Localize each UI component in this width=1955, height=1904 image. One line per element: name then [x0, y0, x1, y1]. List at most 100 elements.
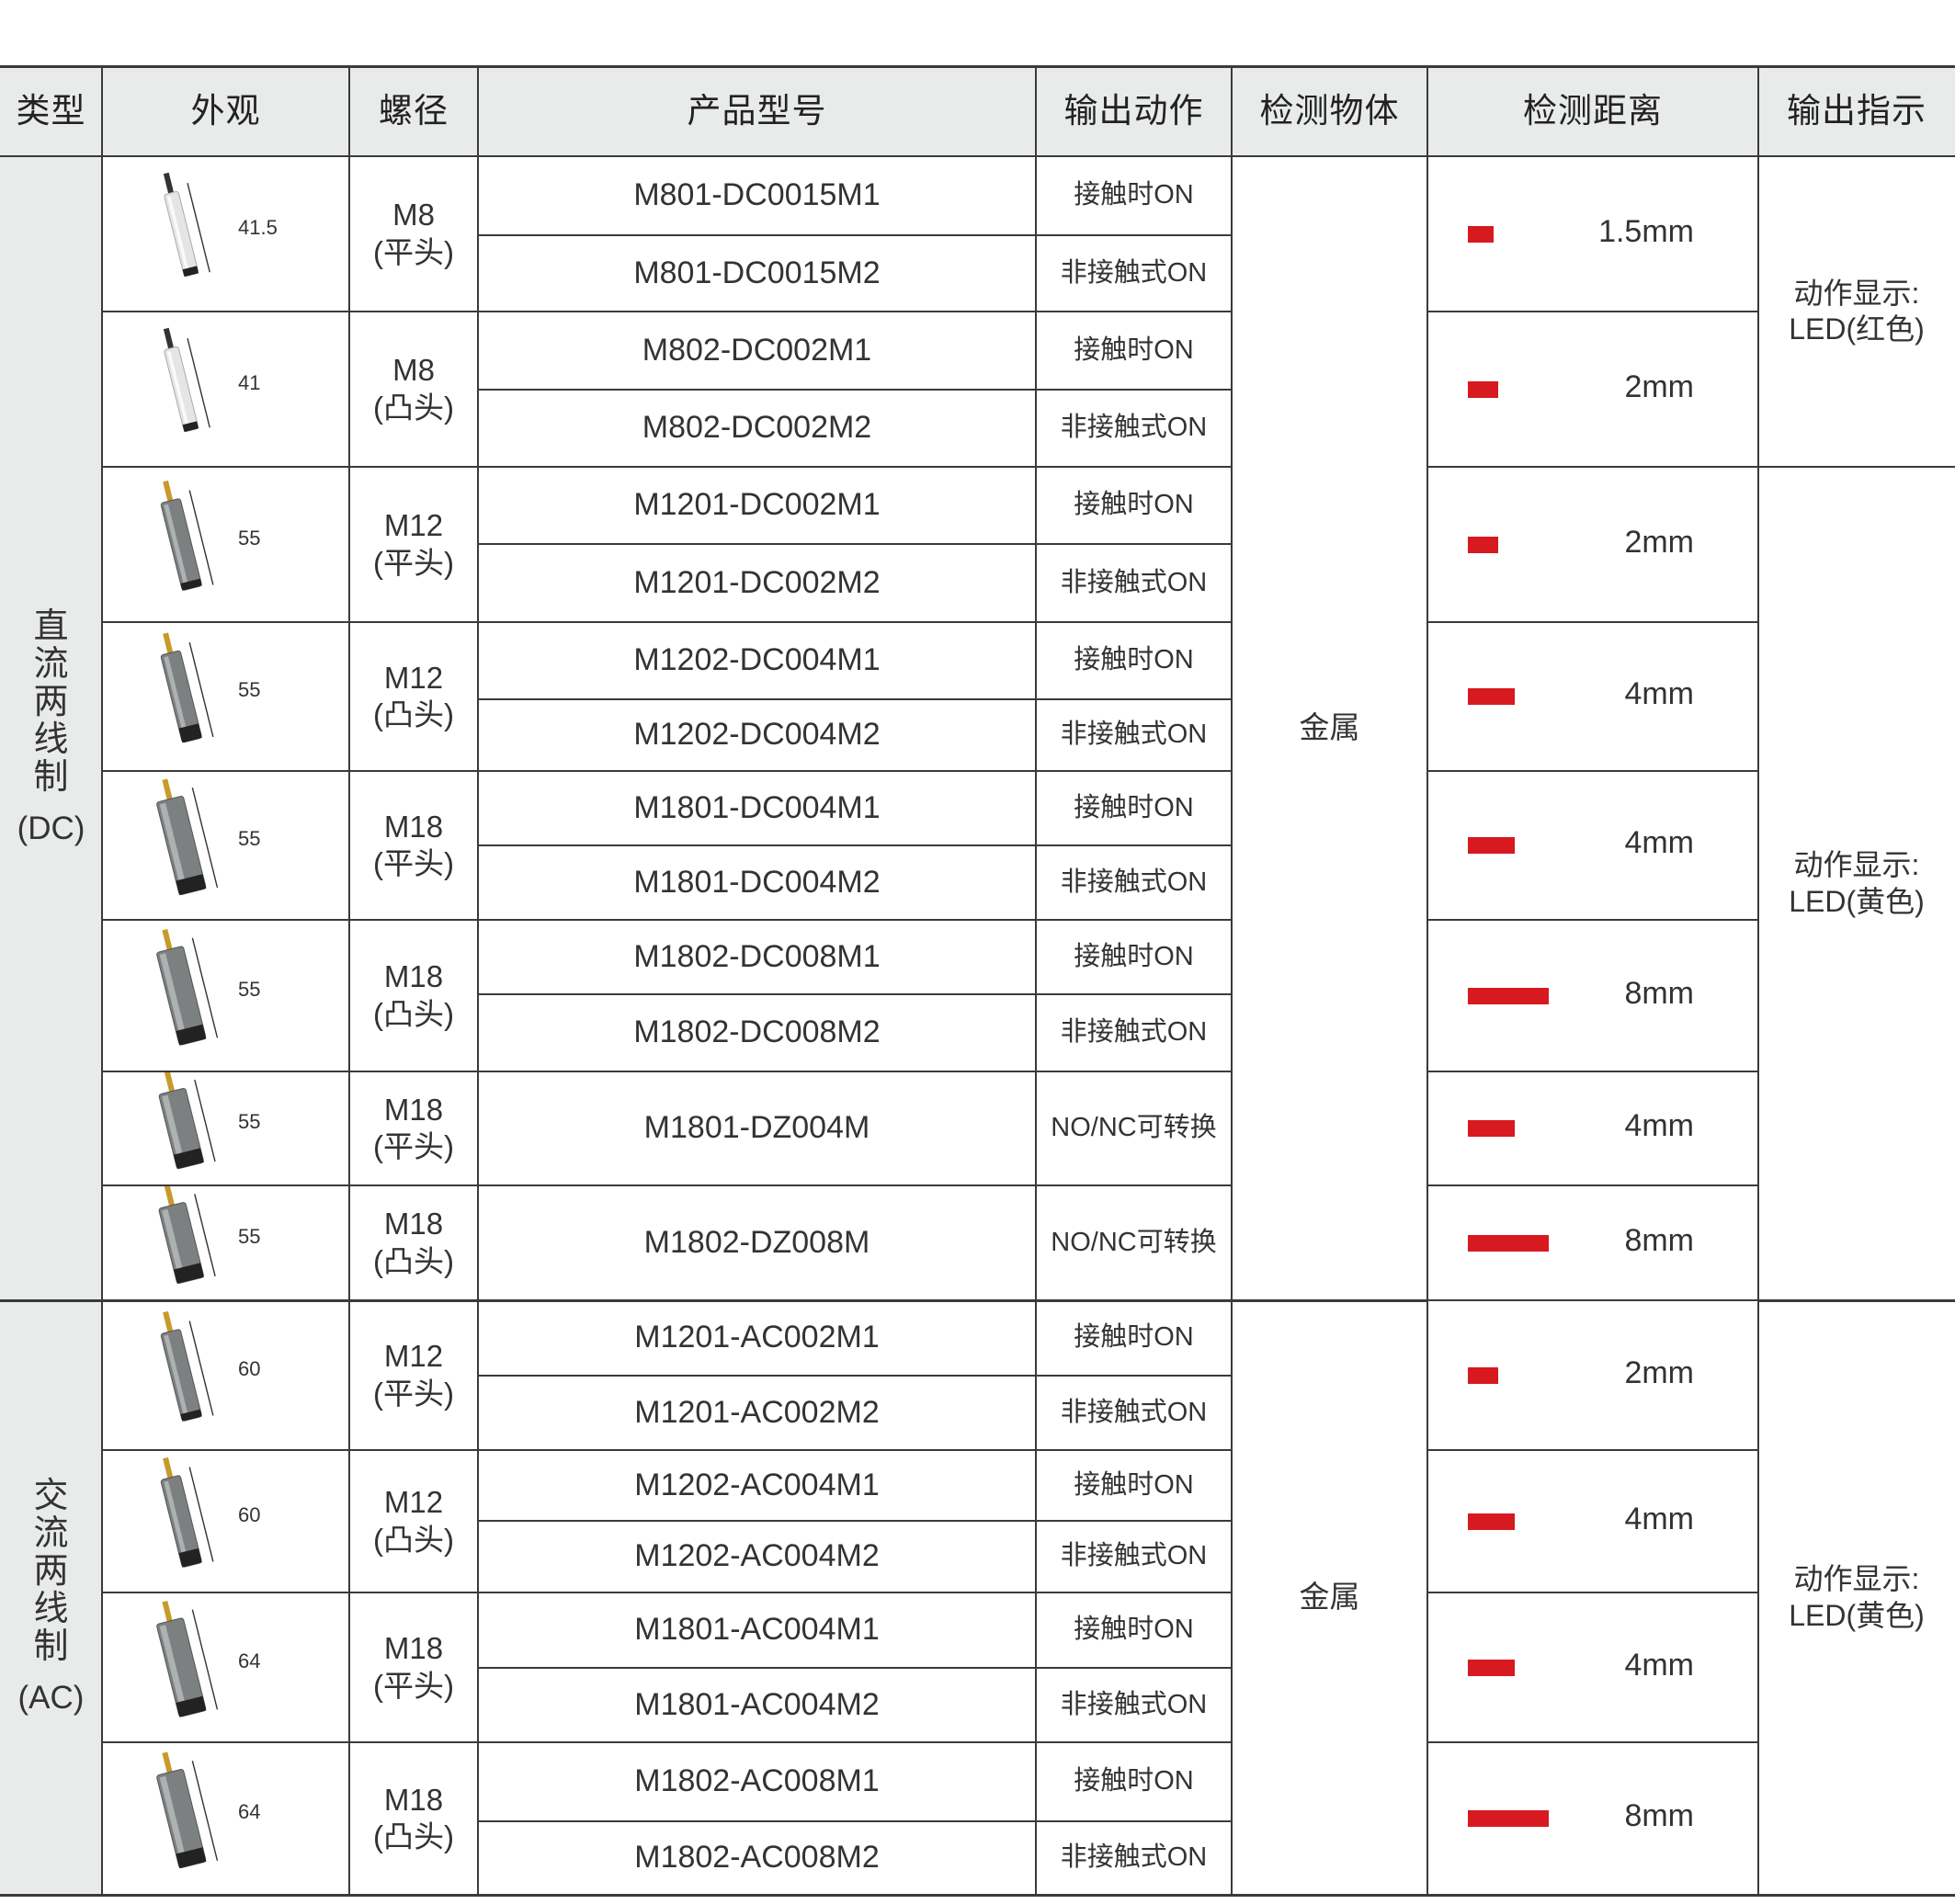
- type-label: 直流两线制 (DC): [0, 156, 102, 1300]
- indicator-line1: 动作显示:: [1793, 276, 1920, 310]
- distance-divider: [1427, 1449, 1758, 1451]
- header-cell: 检测距离: [1523, 92, 1663, 130]
- head-type-label: (平头): [373, 1129, 454, 1163]
- model-number: M1802-DC008M1: [633, 938, 881, 974]
- distance-bar: [1468, 1513, 1515, 1530]
- thread-label: M12: [383, 1485, 444, 1520]
- head-type-label: (凸头): [373, 1243, 454, 1278]
- output-action: 接触时ON: [1074, 490, 1194, 520]
- header-cell: 外观: [190, 92, 261, 130]
- output-action: 接触时ON: [1074, 1469, 1194, 1500]
- product-divider: [102, 1071, 1232, 1072]
- distance-value: 4mm: [1624, 825, 1694, 860]
- head-type-label: (平头): [373, 1668, 454, 1703]
- sensor-image: 55: [139, 1184, 304, 1297]
- output-action: 非接触式ON: [1060, 1397, 1208, 1427]
- product-spec-table: 类型 外观 螺径 产品型号 输出动作 检测物体 检测距离 输出指示直流两线制 (DC) 金属交流两…: [0, 0, 1955, 1904]
- thread-size: M18 (凸头): [349, 1185, 478, 1300]
- type-code: (DC): [17, 810, 85, 846]
- product-divider: [102, 919, 1232, 921]
- distance-divider: [1427, 919, 1758, 921]
- model-number: M802-DC002M2: [642, 410, 872, 446]
- output-indicator: 动作显示: LED(黄色): [1758, 1300, 1955, 1895]
- type-code: (AC): [17, 1679, 85, 1716]
- model-number: M801-DC0015M1: [633, 177, 881, 213]
- thread-label: M12: [383, 1339, 444, 1374]
- sensor-length-label: 64: [238, 1800, 261, 1823]
- model-number: M801-DC0015M2: [633, 255, 881, 290]
- sensor-length-label: 55: [238, 526, 261, 550]
- sensor-image: 55: [139, 626, 304, 767]
- distance-bar: [1468, 1234, 1549, 1252]
- output-action: 非接触式ON: [1060, 1541, 1208, 1571]
- detect-object: 金属: [1299, 710, 1360, 745]
- head-type-label: (凸头): [373, 1522, 454, 1557]
- model-number: M1801-DZ004M: [643, 1110, 870, 1146]
- distance-divider: [1427, 1592, 1758, 1593]
- distance-divider: [1427, 1299, 1758, 1301]
- model-row-divider: [478, 389, 1232, 391]
- product-divider: [102, 466, 1232, 468]
- model-number: M802-DC002M1: [642, 332, 872, 368]
- output-action: 接触时ON: [1074, 792, 1194, 822]
- product-divider: [102, 1741, 1232, 1743]
- header-cell: 类型: [16, 92, 86, 130]
- thread-label: M18: [383, 1092, 444, 1127]
- model-row-divider: [478, 698, 1232, 700]
- output-indicator: 动作显示: LED(黄色): [1758, 467, 1955, 1300]
- distance-bar: [1468, 380, 1498, 398]
- model-number: M1802-DC008M2: [633, 1014, 881, 1050]
- column-divider: [1757, 66, 1759, 1895]
- column-divider: [1426, 66, 1428, 1895]
- model-number: M1801-AC004M1: [634, 1612, 880, 1648]
- output-action: 接触时ON: [1074, 1766, 1194, 1796]
- distance-bar: [1468, 1659, 1515, 1676]
- sensor-length-label: 41.5: [238, 215, 278, 239]
- indicator-divider: [1758, 1298, 1955, 1302]
- indicator-line2: LED(黄色): [1789, 884, 1925, 918]
- distance-bar: [1468, 536, 1498, 553]
- sensor-image: 55: [139, 470, 304, 618]
- model-number: M1801-AC004M2: [634, 1686, 880, 1722]
- product-divider: [102, 1184, 1232, 1186]
- model-number: M1202-DC004M1: [633, 642, 881, 678]
- head-type-label: (凸头): [373, 996, 454, 1031]
- indicator-line2: LED(黄色): [1789, 1598, 1925, 1632]
- product-divider: [102, 1449, 1232, 1451]
- column-divider: [477, 66, 479, 1895]
- model-number: M1801-DC004M1: [633, 789, 881, 825]
- model-row-divider: [478, 1520, 1232, 1522]
- head-type-label: (平头): [373, 545, 454, 580]
- distance-value: 8mm: [1624, 1222, 1694, 1258]
- model-row-divider: [478, 543, 1232, 545]
- distance-divider: [1427, 1071, 1758, 1072]
- head-type-label: (平头): [373, 234, 454, 269]
- distance-value: 4mm: [1624, 1108, 1694, 1143]
- sensor-image: 41: [139, 315, 304, 463]
- output-indicator: 动作显示: LED(红色): [1758, 156, 1955, 467]
- output-action: 非接触式ON: [1060, 867, 1208, 897]
- head-type-label: (平头): [373, 846, 454, 880]
- model-number: M1802-AC008M1: [634, 1763, 880, 1799]
- distance-value: 4mm: [1624, 1647, 1694, 1683]
- model-row-divider: [478, 844, 1232, 846]
- column-divider: [1231, 66, 1233, 1895]
- model-number: M1202-AC004M1: [634, 1467, 880, 1502]
- sensor-length-label: 55: [238, 678, 261, 701]
- sensor-length-label: 55: [238, 827, 261, 850]
- head-type-label: (凸头): [373, 390, 454, 425]
- distance-bar: [1468, 1120, 1515, 1137]
- sensor-image: 60: [139, 1454, 304, 1589]
- type-label: 交流两线制 (AC): [0, 1300, 102, 1895]
- distance-divider: [1427, 466, 1758, 468]
- sensor-image: 55: [139, 775, 304, 916]
- thread-label: M18: [383, 1631, 444, 1666]
- model-row-divider: [478, 1667, 1232, 1669]
- distance-bar: [1468, 1810, 1549, 1827]
- sensor-length-label: 41: [238, 370, 261, 394]
- output-action: 接触时ON: [1074, 334, 1194, 365]
- model-row-divider: [478, 234, 1232, 236]
- head-type-label: (凸头): [373, 1819, 454, 1853]
- sensor-image: 64: [139, 1746, 304, 1891]
- output-action: 非接触式ON: [1060, 1017, 1208, 1048]
